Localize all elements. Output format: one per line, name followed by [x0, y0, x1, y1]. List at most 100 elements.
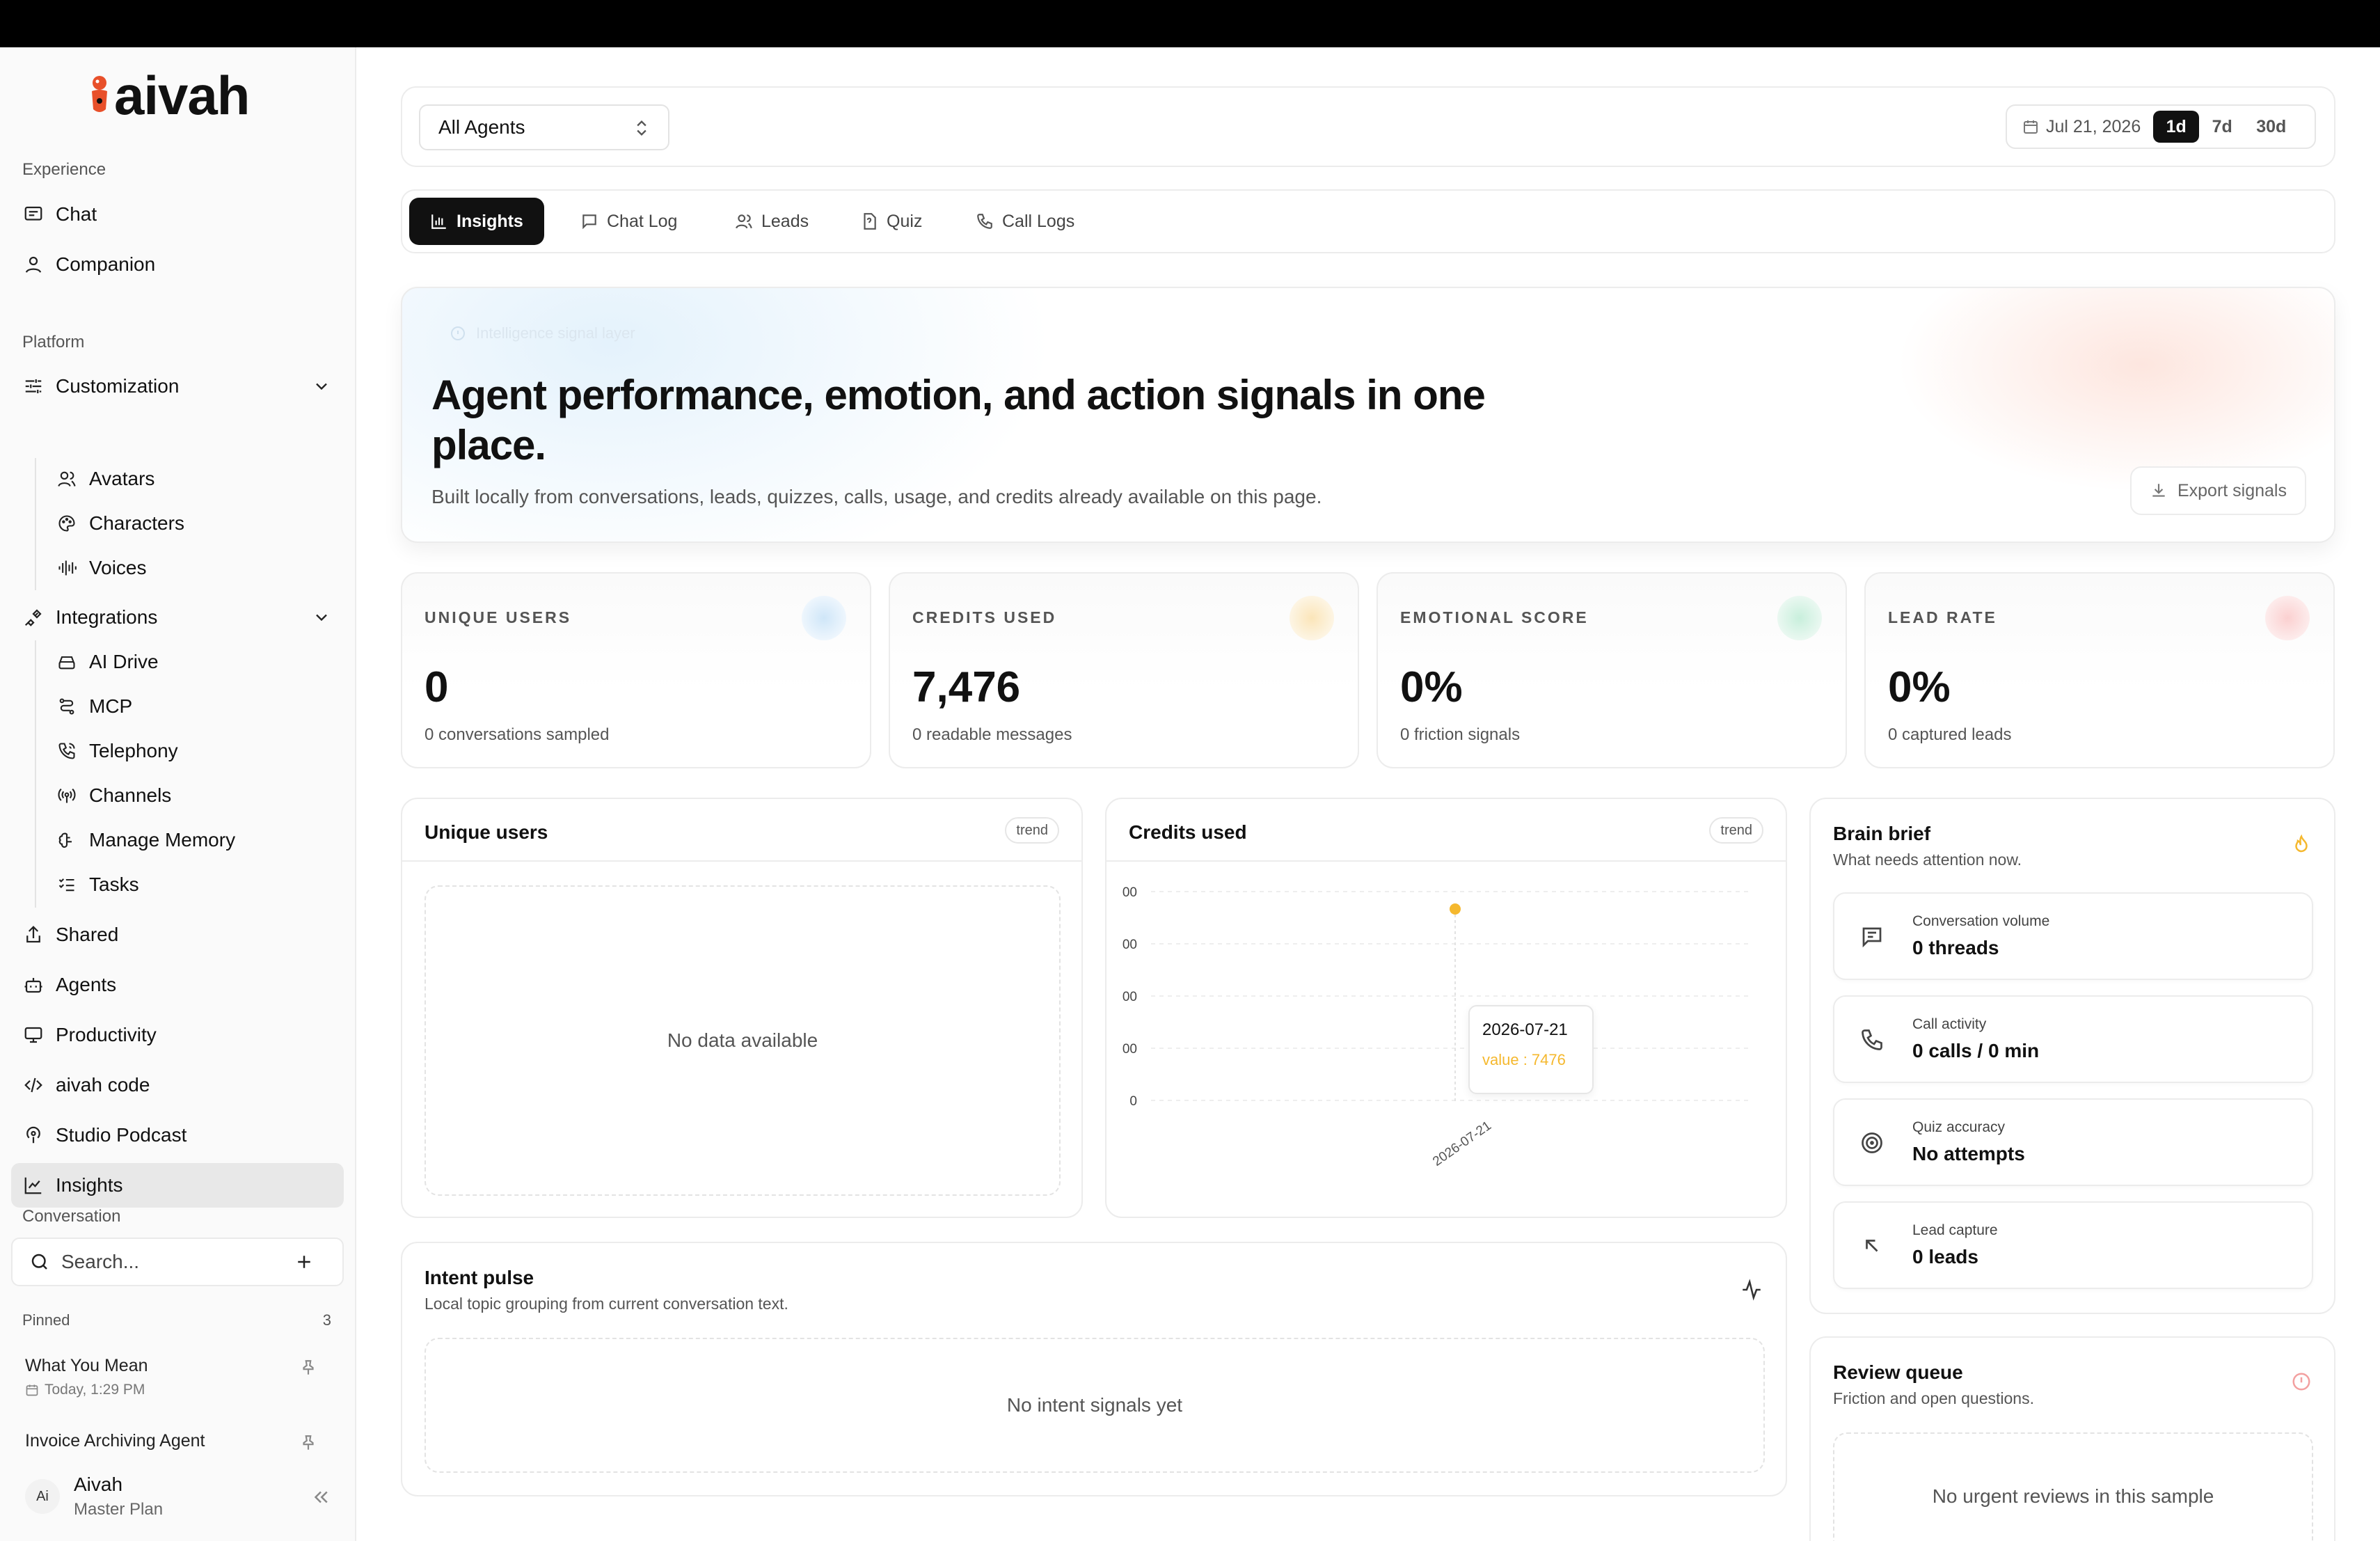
- brain-brief-panel: Brain brief What needs attention now. Co…: [1809, 798, 2335, 1314]
- search-input[interactable]: Search...: [61, 1251, 139, 1273]
- agent-select[interactable]: All Agents: [419, 104, 669, 150]
- range-1d-button[interactable]: 1d: [2153, 111, 2200, 143]
- tree-line: [35, 640, 36, 908]
- sidebar-item-telephony[interactable]: Telephony: [46, 730, 344, 772]
- sidebar-item-shared[interactable]: Shared: [11, 912, 344, 957]
- sidebar-item-productivity[interactable]: Productivity: [11, 1013, 344, 1057]
- sidebar-item-aivah-code[interactable]: aivah code: [11, 1063, 344, 1107]
- sidebar-item-customization[interactable]: Customization: [11, 364, 344, 409]
- user-plan: Master Plan: [74, 1500, 164, 1519]
- alert-circle-icon: [2292, 1373, 2310, 1391]
- sidebar-item-insights[interactable]: Insights: [11, 1163, 344, 1208]
- review-queue-panel: Review queue Friction and open questions…: [1809, 1336, 2335, 1541]
- sidebar-item-agents[interactable]: Agents: [11, 963, 344, 1007]
- tab-chat-log[interactable]: Chat Log: [560, 198, 698, 245]
- brief-item-quiz-accuracy[interactable]: Quiz accuracy No attempts: [1833, 1098, 2313, 1186]
- export-signals-button[interactable]: Export signals: [2129, 466, 2306, 515]
- brief-item-lead-capture[interactable]: Lead capture 0 leads: [1833, 1201, 2313, 1289]
- info-icon: [451, 326, 465, 340]
- metric-icon: [802, 596, 846, 640]
- credits-line-chart[interactable]: 00 00 00 00 0 2026-07-21: [1106, 860, 1786, 1217]
- tree-line: [35, 458, 36, 590]
- y-tick-label: 00: [1122, 885, 1137, 900]
- tab-quiz[interactable]: Quiz: [839, 198, 943, 245]
- sidebar-item-studio-podcast[interactable]: Studio Podcast: [11, 1113, 344, 1157]
- trend-badge: trend: [1709, 817, 1763, 844]
- pinned-label: Pinned: [22, 1311, 70, 1329]
- calendar-icon: [2024, 120, 2038, 134]
- search-icon: [31, 1254, 47, 1270]
- sidebar-item-voices[interactable]: Voices: [46, 547, 344, 589]
- users-icon: [736, 214, 752, 229]
- pin-icon[interactable]: [299, 1434, 317, 1452]
- tab-leads[interactable]: Leads: [714, 198, 830, 245]
- user-profile[interactable]: Ai Aivah Master Plan: [25, 1469, 345, 1524]
- metric-card-unique-users: UNIQUE USERS 0 0 conversations sampled: [401, 572, 871, 768]
- sidebar-item-chat[interactable]: Chat: [11, 192, 344, 237]
- range-7d-button[interactable]: 7d: [2199, 111, 2245, 143]
- brief-item-conversation-volume[interactable]: Conversation volume 0 threads: [1833, 892, 2313, 980]
- activity-icon: [1743, 1279, 1761, 1301]
- avatar: Ai: [25, 1479, 60, 1514]
- metric-card-emotional-score: EMOTIONAL SCORE 0% 0 friction signals: [1377, 572, 1847, 768]
- page-title: Agent performance, emotion, and action s…: [431, 372, 1486, 468]
- tabs-bar: Insights Chat Log Leads Quiz Call Logs: [401, 189, 2335, 253]
- sidebar: aivah Experience Chat Companion Platform…: [0, 47, 356, 1541]
- sidebar-item-manage-memory[interactable]: Manage Memory: [46, 819, 344, 861]
- conversation-search[interactable]: Search...: [11, 1238, 344, 1286]
- plug-icon: [22, 606, 45, 629]
- pinned-chat-item[interactable]: Invoice Archiving Agent: [25, 1431, 331, 1451]
- y-tick-label: 00: [1122, 938, 1137, 952]
- pinned-chat-item[interactable]: What You Mean Today, 1:29 PM: [25, 1356, 331, 1398]
- chevron-down-icon[interactable]: [312, 608, 331, 627]
- section-label-conversation: Conversation: [22, 1207, 121, 1226]
- pin-icon[interactable]: [299, 1359, 317, 1377]
- sidebar-item-characters[interactable]: Characters: [46, 503, 344, 544]
- sidebar-item-companion[interactable]: Companion: [11, 242, 344, 287]
- download-icon: [2152, 484, 2165, 497]
- route-icon: [56, 695, 78, 718]
- sidebar-item-tasks[interactable]: Tasks: [46, 864, 344, 906]
- podcast-icon: [22, 1124, 45, 1146]
- sidebar-item-integrations[interactable]: Integrations: [11, 595, 344, 640]
- chart-tooltip: 2026-07-21 value : 7476: [1468, 1005, 1594, 1094]
- hard-drive-icon: [56, 651, 78, 673]
- chevron-down-icon[interactable]: [312, 377, 331, 396]
- unique-users-panel: Unique users trend No data available: [401, 798, 1083, 1218]
- aivah-logo[interactable]: aivah: [88, 68, 250, 123]
- chevrons-up-down-icon: [637, 120, 646, 136]
- phone-call-icon: [56, 740, 78, 762]
- insights-hero: Intelligence signal layer Agent performa…: [401, 287, 2335, 543]
- range-30d-button[interactable]: 30d: [2245, 111, 2297, 143]
- empty-state: No intent signals yet: [425, 1338, 1765, 1473]
- bar-chart-icon: [431, 214, 446, 229]
- message-square-icon: [582, 214, 596, 230]
- panel-subtitle: Local topic grouping from current conver…: [425, 1295, 788, 1313]
- pinned-count: 3: [322, 1311, 331, 1329]
- code-icon: [22, 1074, 45, 1096]
- audio-lines-icon: [56, 557, 78, 579]
- new-chat-plus-icon[interactable]: [294, 1251, 315, 1272]
- monitor-icon: [22, 1024, 45, 1046]
- user-name: Aivah: [74, 1473, 123, 1495]
- share-icon: [22, 924, 45, 946]
- sidebar-item-channels[interactable]: Channels: [46, 775, 344, 816]
- date-value[interactable]: Jul 21, 2026: [2046, 117, 2141, 137]
- file-question-icon: [864, 213, 876, 230]
- tab-call-logs[interactable]: Call Logs: [955, 198, 1095, 245]
- y-tick-label: 0: [1129, 1094, 1137, 1109]
- sidebar-item-ai-drive[interactable]: AI Drive: [46, 641, 344, 683]
- date-range-picker: Jul 21, 2026 1d 7d 30d: [2006, 104, 2316, 149]
- chart-line-icon: [22, 1174, 45, 1196]
- metric-card-lead-rate: LEAD RATE 0% 0 captured leads: [1864, 572, 2335, 768]
- flame-icon: [2295, 834, 2308, 853]
- collapse-sidebar-icon[interactable]: [310, 1487, 331, 1508]
- message-square-icon: [22, 203, 45, 226]
- brief-item-call-activity[interactable]: Call activity 0 calls / 0 min: [1833, 995, 2313, 1083]
- section-label-platform: Platform: [22, 333, 85, 351]
- sidebar-item-avatars[interactable]: Avatars: [46, 458, 344, 500]
- phone-icon: [977, 214, 992, 229]
- tab-insights[interactable]: Insights: [409, 198, 544, 245]
- sidebar-item-mcp[interactable]: MCP: [46, 686, 344, 727]
- section-label-experience: Experience: [22, 160, 106, 179]
